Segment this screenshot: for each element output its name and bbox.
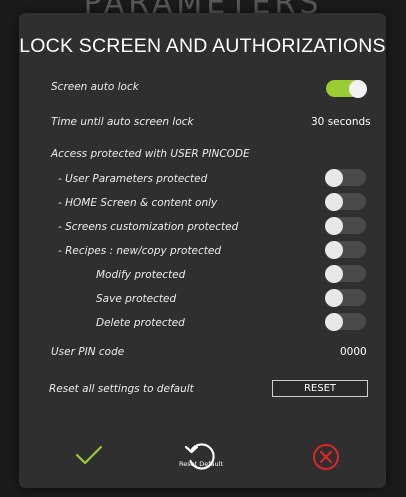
reset-button[interactable]: RESET <box>272 380 368 397</box>
user-pin-value[interactable]: 0000 <box>340 346 367 358</box>
user-parameters-toggle[interactable] <box>325 168 366 187</box>
user-parameters-label: - User Parameters protected <box>58 173 208 185</box>
toggle-knob <box>325 240 343 259</box>
delete-protected-toggle[interactable] <box>325 312 366 331</box>
screens-customization-toggle[interactable] <box>325 216 366 235</box>
toggle-knob <box>325 312 343 331</box>
toggle-knob <box>349 79 367 98</box>
time-until-lock-label: Time until auto screen lock <box>51 116 194 128</box>
confirm-button[interactable] <box>74 443 104 467</box>
toggle-knob <box>325 216 343 235</box>
toggle-knob <box>325 168 343 187</box>
lock-screen-panel: LOCK SCREEN AND AUTHORIZATIONS Screen au… <box>19 13 386 488</box>
screen-auto-lock-label: Screen auto lock <box>51 81 139 93</box>
toggle-knob <box>325 264 343 283</box>
save-protected-toggle[interactable] <box>325 288 366 307</box>
delete-protected-label: Delete protected <box>96 317 185 329</box>
reset-all-label: Reset all settings to default <box>49 383 194 395</box>
cancel-circle-icon <box>313 444 339 470</box>
cancel-button[interactable] <box>311 442 341 472</box>
time-until-lock-value[interactable]: 30 seconds <box>311 116 371 128</box>
home-screen-label: - HOME Screen & content only <box>58 197 218 209</box>
panel-title: LOCK SCREEN AND AUTHORIZATIONS <box>19 35 386 57</box>
save-protected-label: Save protected <box>96 293 177 305</box>
toggle-knob <box>325 288 343 307</box>
recipes-toggle[interactable] <box>325 240 366 259</box>
recipes-label: - Recipes : new/copy protected <box>58 245 222 257</box>
screens-customization-label: - Screens customization protected <box>58 221 239 233</box>
modify-protected-toggle[interactable] <box>325 264 366 283</box>
modify-protected-label: Modify protected <box>96 269 186 281</box>
toggle-knob <box>325 192 343 211</box>
reset-default-label: Reset Default <box>179 460 223 468</box>
screen-auto-lock-toggle[interactable] <box>326 79 367 98</box>
checkmark-icon <box>75 445 103 465</box>
access-protected-label: Access protected with USER PINCODE <box>51 148 250 160</box>
user-pin-label: User PIN code <box>51 346 125 358</box>
home-screen-toggle[interactable] <box>325 192 366 211</box>
